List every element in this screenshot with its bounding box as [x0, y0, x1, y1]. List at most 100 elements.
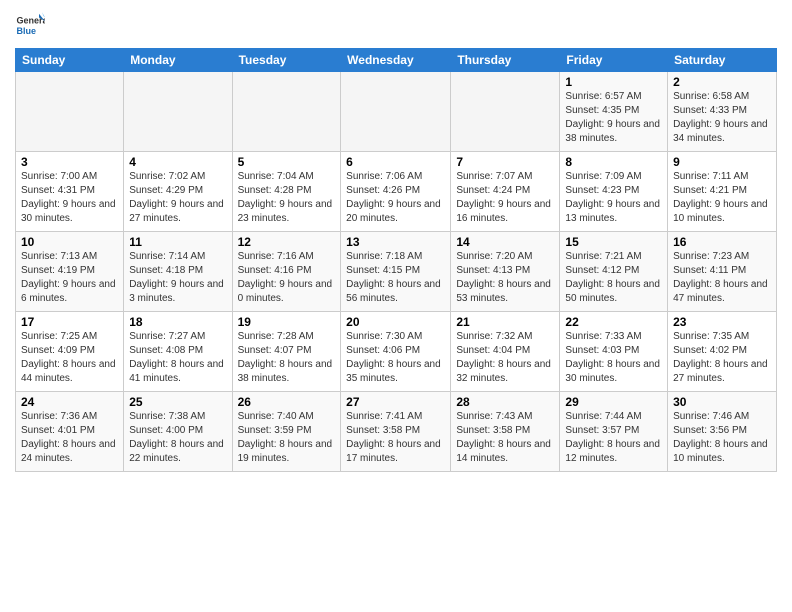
day-number: 23 [673, 315, 771, 329]
calendar-cell: 16Sunrise: 7:23 AM Sunset: 4:11 PM Dayli… [668, 232, 777, 312]
day-info: Sunrise: 7:11 AM Sunset: 4:21 PM Dayligh… [673, 170, 771, 226]
day-info: Sunrise: 7:30 AM Sunset: 4:06 PM Dayligh… [346, 330, 445, 386]
day-number: 24 [21, 395, 118, 409]
day-number: 27 [346, 395, 445, 409]
day-info: Sunrise: 7:41 AM Sunset: 3:58 PM Dayligh… [346, 410, 445, 466]
col-header-sunday: Sunday [16, 49, 124, 72]
calendar-cell: 18Sunrise: 7:27 AM Sunset: 4:08 PM Dayli… [124, 312, 232, 392]
day-number: 1 [565, 75, 662, 89]
day-number: 29 [565, 395, 662, 409]
day-number: 2 [673, 75, 771, 89]
day-info: Sunrise: 6:58 AM Sunset: 4:33 PM Dayligh… [673, 90, 771, 146]
calendar-cell: 27Sunrise: 7:41 AM Sunset: 3:58 PM Dayli… [341, 392, 451, 472]
day-info: Sunrise: 7:44 AM Sunset: 3:57 PM Dayligh… [565, 410, 662, 466]
calendar-cell [124, 72, 232, 152]
svg-text:Blue: Blue [17, 26, 37, 36]
day-number: 17 [21, 315, 118, 329]
day-number: 28 [456, 395, 554, 409]
day-info: Sunrise: 7:23 AM Sunset: 4:11 PM Dayligh… [673, 250, 771, 306]
day-number: 18 [129, 315, 226, 329]
week-row-3: 10Sunrise: 7:13 AM Sunset: 4:19 PM Dayli… [16, 232, 777, 312]
day-info: Sunrise: 7:46 AM Sunset: 3:56 PM Dayligh… [673, 410, 771, 466]
day-number: 22 [565, 315, 662, 329]
day-info: Sunrise: 7:28 AM Sunset: 4:07 PM Dayligh… [238, 330, 336, 386]
day-info: Sunrise: 7:36 AM Sunset: 4:01 PM Dayligh… [21, 410, 118, 466]
day-number: 19 [238, 315, 336, 329]
day-info: Sunrise: 7:27 AM Sunset: 4:08 PM Dayligh… [129, 330, 226, 386]
logo-icon: General Blue [15, 10, 45, 40]
day-info: Sunrise: 7:18 AM Sunset: 4:15 PM Dayligh… [346, 250, 445, 306]
calendar-cell: 29Sunrise: 7:44 AM Sunset: 3:57 PM Dayli… [560, 392, 668, 472]
calendar-cell: 23Sunrise: 7:35 AM Sunset: 4:02 PM Dayli… [668, 312, 777, 392]
calendar-cell: 22Sunrise: 7:33 AM Sunset: 4:03 PM Dayli… [560, 312, 668, 392]
day-info: Sunrise: 7:04 AM Sunset: 4:28 PM Dayligh… [238, 170, 336, 226]
day-info: Sunrise: 7:33 AM Sunset: 4:03 PM Dayligh… [565, 330, 662, 386]
week-row-5: 24Sunrise: 7:36 AM Sunset: 4:01 PM Dayli… [16, 392, 777, 472]
day-number: 9 [673, 155, 771, 169]
calendar-cell: 28Sunrise: 7:43 AM Sunset: 3:58 PM Dayli… [451, 392, 560, 472]
col-header-saturday: Saturday [668, 49, 777, 72]
calendar-cell [232, 72, 341, 152]
calendar-cell: 9Sunrise: 7:11 AM Sunset: 4:21 PM Daylig… [668, 152, 777, 232]
day-number: 30 [673, 395, 771, 409]
day-number: 15 [565, 235, 662, 249]
day-info: Sunrise: 7:25 AM Sunset: 4:09 PM Dayligh… [21, 330, 118, 386]
day-info: Sunrise: 7:21 AM Sunset: 4:12 PM Dayligh… [565, 250, 662, 306]
day-info: Sunrise: 7:40 AM Sunset: 3:59 PM Dayligh… [238, 410, 336, 466]
day-number: 11 [129, 235, 226, 249]
calendar-cell: 1Sunrise: 6:57 AM Sunset: 4:35 PM Daylig… [560, 72, 668, 152]
day-number: 5 [238, 155, 336, 169]
calendar-cell: 15Sunrise: 7:21 AM Sunset: 4:12 PM Dayli… [560, 232, 668, 312]
calendar-cell: 19Sunrise: 7:28 AM Sunset: 4:07 PM Dayli… [232, 312, 341, 392]
calendar-cell: 14Sunrise: 7:20 AM Sunset: 4:13 PM Dayli… [451, 232, 560, 312]
day-number: 14 [456, 235, 554, 249]
col-header-tuesday: Tuesday [232, 49, 341, 72]
calendar-cell: 7Sunrise: 7:07 AM Sunset: 4:24 PM Daylig… [451, 152, 560, 232]
calendar-cell: 26Sunrise: 7:40 AM Sunset: 3:59 PM Dayli… [232, 392, 341, 472]
day-info: Sunrise: 7:32 AM Sunset: 4:04 PM Dayligh… [456, 330, 554, 386]
calendar-cell: 8Sunrise: 7:09 AM Sunset: 4:23 PM Daylig… [560, 152, 668, 232]
calendar-cell [341, 72, 451, 152]
day-info: Sunrise: 7:38 AM Sunset: 4:00 PM Dayligh… [129, 410, 226, 466]
day-number: 20 [346, 315, 445, 329]
calendar-cell: 10Sunrise: 7:13 AM Sunset: 4:19 PM Dayli… [16, 232, 124, 312]
day-number: 13 [346, 235, 445, 249]
calendar-cell: 2Sunrise: 6:58 AM Sunset: 4:33 PM Daylig… [668, 72, 777, 152]
calendar-cell: 20Sunrise: 7:30 AM Sunset: 4:06 PM Dayli… [341, 312, 451, 392]
day-number: 16 [673, 235, 771, 249]
col-header-wednesday: Wednesday [341, 49, 451, 72]
col-header-monday: Monday [124, 49, 232, 72]
day-number: 4 [129, 155, 226, 169]
day-info: Sunrise: 7:02 AM Sunset: 4:29 PM Dayligh… [129, 170, 226, 226]
day-info: Sunrise: 7:16 AM Sunset: 4:16 PM Dayligh… [238, 250, 336, 306]
col-header-friday: Friday [560, 49, 668, 72]
day-number: 6 [346, 155, 445, 169]
day-number: 26 [238, 395, 336, 409]
week-row-1: 1Sunrise: 6:57 AM Sunset: 4:35 PM Daylig… [16, 72, 777, 152]
day-info: Sunrise: 7:07 AM Sunset: 4:24 PM Dayligh… [456, 170, 554, 226]
page-header: General Blue [15, 10, 777, 40]
logo: General Blue [15, 10, 49, 40]
calendar-cell: 21Sunrise: 7:32 AM Sunset: 4:04 PM Dayli… [451, 312, 560, 392]
day-number: 8 [565, 155, 662, 169]
day-number: 25 [129, 395, 226, 409]
day-info: Sunrise: 7:35 AM Sunset: 4:02 PM Dayligh… [673, 330, 771, 386]
day-info: Sunrise: 7:00 AM Sunset: 4:31 PM Dayligh… [21, 170, 118, 226]
day-info: Sunrise: 6:57 AM Sunset: 4:35 PM Dayligh… [565, 90, 662, 146]
day-info: Sunrise: 7:20 AM Sunset: 4:13 PM Dayligh… [456, 250, 554, 306]
day-info: Sunrise: 7:09 AM Sunset: 4:23 PM Dayligh… [565, 170, 662, 226]
day-number: 7 [456, 155, 554, 169]
calendar-cell: 13Sunrise: 7:18 AM Sunset: 4:15 PM Dayli… [341, 232, 451, 312]
day-info: Sunrise: 7:13 AM Sunset: 4:19 PM Dayligh… [21, 250, 118, 306]
calendar-cell: 25Sunrise: 7:38 AM Sunset: 4:00 PM Dayli… [124, 392, 232, 472]
calendar-cell: 17Sunrise: 7:25 AM Sunset: 4:09 PM Dayli… [16, 312, 124, 392]
calendar-cell: 6Sunrise: 7:06 AM Sunset: 4:26 PM Daylig… [341, 152, 451, 232]
calendar-table: SundayMondayTuesdayWednesdayThursdayFrid… [15, 48, 777, 472]
calendar-header-row: SundayMondayTuesdayWednesdayThursdayFrid… [16, 49, 777, 72]
calendar-cell [451, 72, 560, 152]
calendar-cell: 30Sunrise: 7:46 AM Sunset: 3:56 PM Dayli… [668, 392, 777, 472]
calendar-cell: 4Sunrise: 7:02 AM Sunset: 4:29 PM Daylig… [124, 152, 232, 232]
calendar-cell: 11Sunrise: 7:14 AM Sunset: 4:18 PM Dayli… [124, 232, 232, 312]
week-row-2: 3Sunrise: 7:00 AM Sunset: 4:31 PM Daylig… [16, 152, 777, 232]
calendar-cell: 5Sunrise: 7:04 AM Sunset: 4:28 PM Daylig… [232, 152, 341, 232]
